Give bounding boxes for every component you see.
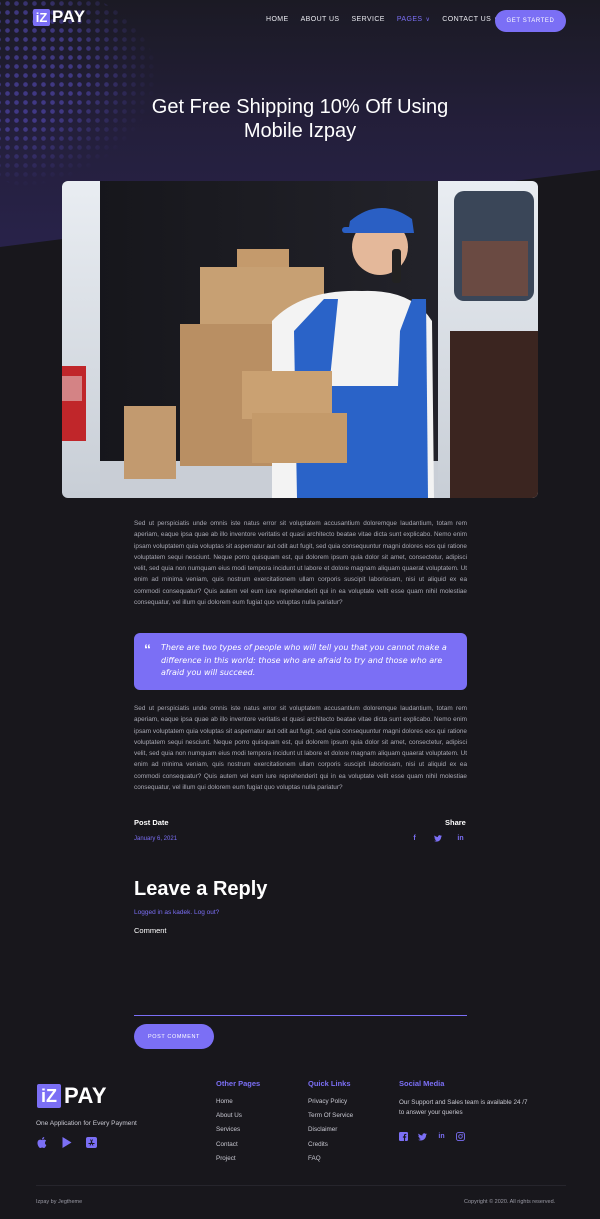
nav-service-label: SERVICE <box>351 16 385 23</box>
logo-text: PAY <box>52 7 86 26</box>
footer-logo[interactable]: iZ PAY <box>37 1083 107 1109</box>
logged-in-link[interactable]: Logged in as kadek. Log out? <box>134 909 219 916</box>
footer-link-contact[interactable]: Contact <box>216 1141 260 1155</box>
comment-label: Comment <box>134 926 167 935</box>
delivery-man-illustration <box>62 181 538 498</box>
page-title: Get Free Shipping 10% Off Using Mobile I… <box>100 95 500 143</box>
footer-social-text: Our Support and Sales team is available … <box>399 1099 528 1116</box>
page-title-line-2: Mobile Izpay <box>243 120 357 142</box>
footer-link-home[interactable]: Home <box>216 1098 260 1112</box>
nav-contact-us-label: CONTACT US <box>442 16 492 23</box>
footer-social: Social Media Our Support and Sales team … <box>399 1079 529 1141</box>
footer-divider <box>36 1185 566 1186</box>
post-comment-button[interactable]: POST COMMENT <box>134 1024 214 1049</box>
footer-link-privacy-policy[interactable]: Privacy Policy <box>308 1098 353 1112</box>
share-icons: f in <box>410 835 465 844</box>
nav-home[interactable]: HOME <box>266 16 289 23</box>
comment-textarea[interactable] <box>134 940 467 1016</box>
get-started-button[interactable]: GET STARTED <box>495 10 566 32</box>
nav-about-us[interactable]: ABOUT US <box>301 16 340 23</box>
twitter-icon[interactable] <box>433 835 442 844</box>
footer-credit: Izpay by Jegtheme <box>36 1199 83 1205</box>
footer-link-services[interactable]: Services <box>216 1126 260 1140</box>
post-date: January 6, 2021 <box>134 836 178 842</box>
share-label: Share <box>445 818 466 827</box>
nav-about-us-label: ABOUT US <box>300 16 340 23</box>
quote-icon: “ <box>144 641 151 657</box>
footer-link-credits[interactable]: Credits <box>308 1141 353 1155</box>
footer-other-pages-title: Other Pages <box>216 1079 261 1088</box>
nav-service[interactable]: SERVICE <box>351 16 384 23</box>
twitter-icon[interactable] <box>418 1132 427 1141</box>
logo-mark: iZ <box>33 8 50 26</box>
footer-link-faq[interactable]: FAQ <box>308 1155 353 1169</box>
post-date-label: Post Date <box>134 818 169 827</box>
app-store-links <box>36 1137 97 1148</box>
blockquote: “ There are two types of people who will… <box>134 633 467 690</box>
footer-other-pages: Other Pages Home About Us Services Conta… <box>216 1079 260 1169</box>
footer-logo-text: PAY <box>64 1083 108 1108</box>
nav-contact-us[interactable]: CONTACT US∨ <box>442 16 499 23</box>
reply-title: Leave a Reply <box>134 878 268 900</box>
footer-link-project[interactable]: Project <box>216 1155 260 1169</box>
footer-quick-links: Quick Links Privacy Policy Term Of Servi… <box>308 1079 353 1169</box>
post-paragraph-2: Sed ut perspiciatis unde omnis iste natu… <box>134 705 467 792</box>
footer-logo-mark: iZ <box>37 1084 61 1108</box>
nav-pages[interactable]: PAGES ∨ <box>397 16 430 23</box>
app-store-icon[interactable] <box>86 1137 97 1148</box>
apple-icon[interactable] <box>36 1137 47 1148</box>
facebook-icon[interactable] <box>399 1132 408 1141</box>
footer-copyright: Copyright © 2020. All rights reserved. <box>464 1199 556 1205</box>
nav-pages-label: PAGES <box>396 16 423 23</box>
footer-quick-links-title: Quick Links <box>308 1079 351 1088</box>
google-play-icon[interactable] <box>61 1137 72 1148</box>
logo[interactable]: iZ PAY <box>33 7 86 27</box>
featured-image <box>62 181 538 498</box>
footer-social-title: Social Media <box>399 1079 445 1088</box>
footer-link-disclaimer[interactable]: Disclaimer <box>308 1126 353 1140</box>
footer-social-icons: in <box>399 1132 529 1141</box>
footer-tagline: One Application for Every Payment <box>36 1120 137 1127</box>
footer-link-terms[interactable]: Term Of Service <box>308 1112 353 1126</box>
page-title-line-1: Get Free Shipping 10% Off Using <box>151 96 449 118</box>
nav-home-label: HOME <box>266 16 289 23</box>
instagram-icon[interactable] <box>456 1132 465 1141</box>
post-paragraph-1: Sed ut perspiciatis unde omnis iste natu… <box>134 520 467 607</box>
blockquote-text: There are two types of people who will t… <box>161 643 447 677</box>
facebook-icon[interactable]: f <box>410 835 419 844</box>
footer-link-about-us[interactable]: About Us <box>216 1112 260 1126</box>
linkedin-icon[interactable]: in <box>456 835 465 844</box>
linkedin-icon[interactable]: in <box>437 1132 446 1141</box>
chevron-down-icon: ∨ <box>425 17 431 23</box>
main-nav: HOME ABOUT US SERVICE PAGES∨ CONTACT US∨ <box>266 16 511 23</box>
